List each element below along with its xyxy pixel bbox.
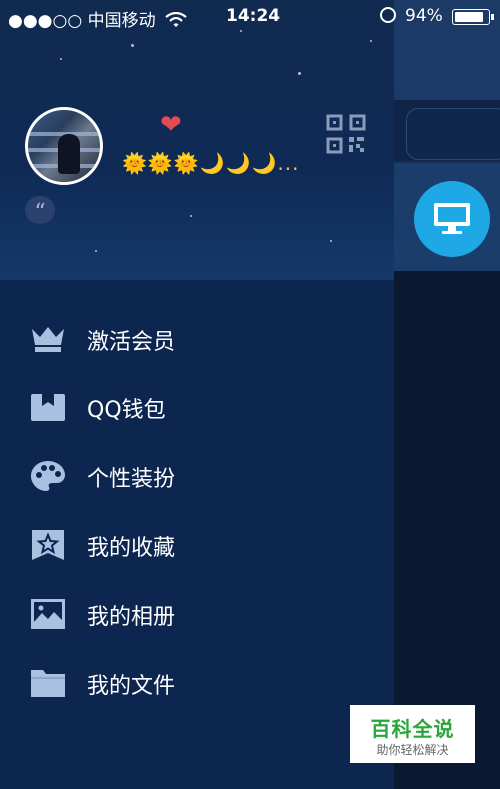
battery-icon [452,9,494,25]
menu-item-personalize[interactable]: 个性装扮 [0,446,394,506]
star-bookmark-icon [32,530,64,560]
star-decoration [95,250,97,252]
app-screen: ❤ 🌞🌞🌞🌙🌙🌙... “ 激活会员 QQ钱包 个性装扮 我的收藏 我的相册 我… [0,0,500,789]
menu-item-label: 激活会员 [87,330,176,355]
star-decoration [370,40,372,42]
menu-item-files[interactable]: 我的文件 [0,653,394,713]
computer-device-button[interactable] [414,181,490,257]
battery-percent: 94% [405,6,443,26]
carrier-name: 中国移动 [87,11,156,31]
menu-item-album[interactable]: 我的相册 [0,584,394,644]
watermark-subtitle: 助你轻松解决 [376,743,449,757]
palette-icon [31,461,65,491]
menu-item-label: 我的收藏 [87,536,176,561]
main-search-bar[interactable] [406,108,500,160]
carrier-info: ●●●○○ 中国移动 [8,6,187,31]
rotation-lock-icon [380,7,396,23]
star-decoration [298,72,301,75]
qr-code-icon[interactable] [325,113,367,155]
star-decoration [60,58,62,60]
signal-strength-dots: ●●●○○ [8,11,83,31]
photo-icon [31,599,65,629]
wallet-icon [31,394,65,421]
signature-quote-icon[interactable]: “ [25,196,55,225]
heart-icon: ❤ [160,110,182,140]
star-decoration [330,240,332,242]
menu-item-activate-vip[interactable]: 激活会员 [0,309,394,369]
status-bar: ●●●○○ 中国移动 14:24 94% [0,0,500,34]
menu-item-favorites[interactable]: 我的收藏 [0,515,394,575]
menu-item-label: 个性装扮 [87,467,176,492]
wifi-icon [165,11,187,27]
watermark-title: 百科全说 [370,717,455,741]
avatar[interactable] [25,107,103,185]
menu-item-label: QQ钱包 [87,398,166,423]
menu-item-label: 我的文件 [87,674,176,699]
menu-item-qq-wallet[interactable]: QQ钱包 [0,377,394,437]
folder-icon [31,670,65,697]
side-drawer: ❤ 🌞🌞🌞🌙🌙🌙... “ 激活会员 QQ钱包 个性装扮 我的收藏 我的相册 我… [0,0,394,789]
level-badges[interactable]: 🌞🌞🌞🌙🌙🌙... [122,153,300,173]
menu-item-label: 我的相册 [87,605,176,630]
watermark-logo: 百科全说 助你轻松解决 [350,705,475,763]
status-time: 14:24 [226,6,281,26]
star-decoration [131,44,134,47]
star-decoration [190,215,192,217]
monitor-icon [434,203,470,234]
crown-icon [32,327,64,352]
